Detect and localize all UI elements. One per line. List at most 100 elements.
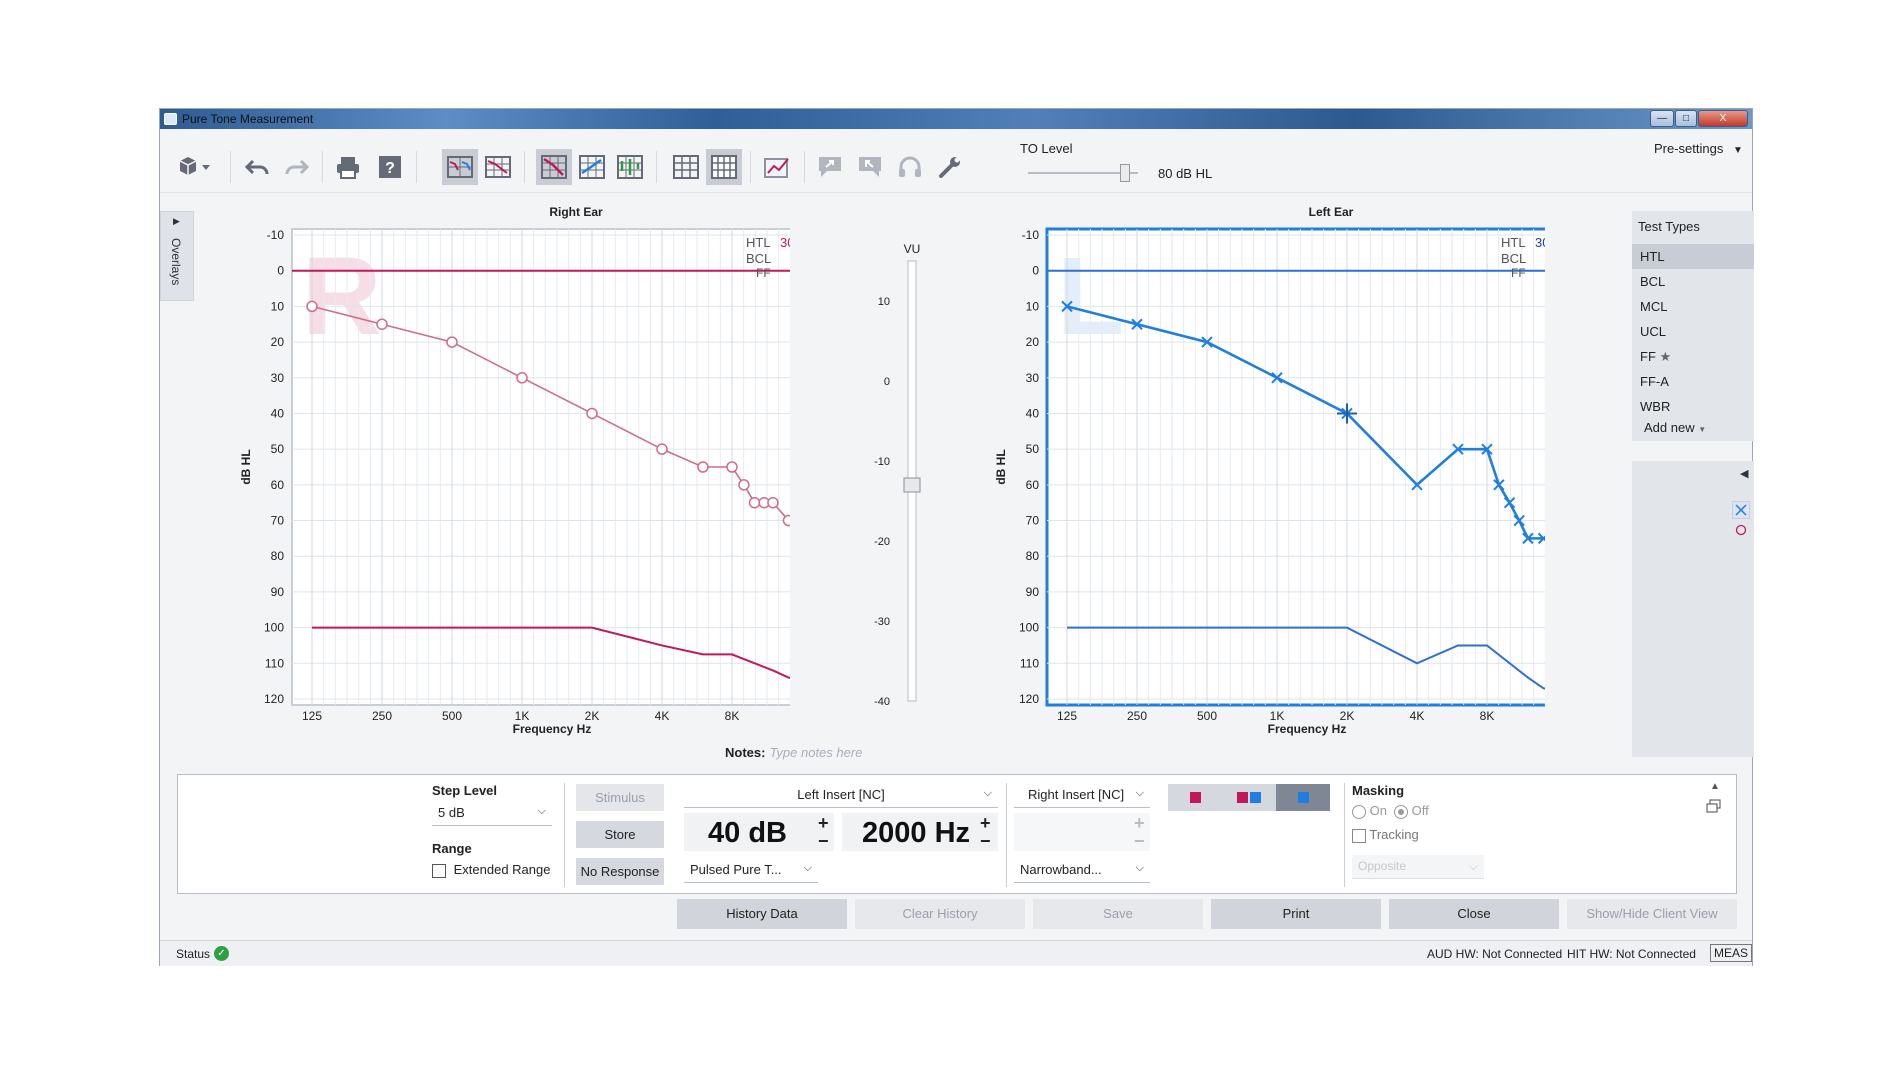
mode-indicator[interactable]: MEAS [1710, 944, 1753, 962]
save-button[interactable]: Save [1033, 899, 1203, 929]
graph-mode-3-button[interactable] [612, 149, 648, 185]
undo-button[interactable] [240, 149, 276, 185]
talk-back-button[interactable] [852, 149, 888, 185]
ear-watermark: R [302, 235, 381, 358]
wrench-icon [939, 157, 960, 178]
masking-off-radio[interactable]: Off [1394, 803, 1429, 819]
speech-forward-icon [819, 157, 841, 177]
level-increase-button[interactable]: + [818, 814, 829, 832]
right-ear-circle-symbol-icon[interactable] [1735, 524, 1747, 536]
symbol-panel: ◀ [1632, 461, 1754, 757]
right-transducer-dropdown[interactable]: Right Insert [NC] ⌵ [1014, 784, 1150, 808]
collapse-panel-icon[interactable]: ▲ [1710, 781, 1720, 792]
y-tick-label: -10 [267, 228, 285, 242]
maximize-button[interactable]: □ [1675, 110, 1697, 127]
store-button[interactable]: Store [576, 821, 664, 848]
notes-field[interactable]: Notes: Type notes here [725, 745, 862, 760]
right-transducer-value: Right Insert [NC] [1028, 787, 1125, 802]
help-button[interactable]: ? [372, 149, 408, 185]
test-type-mcl[interactable]: MCL [1632, 294, 1754, 319]
test-type-htl[interactable]: HTL [1632, 244, 1754, 269]
masking-signal-dropdown[interactable]: Narrowband... ⌵ [1014, 859, 1150, 883]
data-point-circle [767, 496, 779, 509]
y-tick-label: 80 [271, 549, 285, 563]
view-cube-dropdown[interactable] [172, 149, 216, 185]
step-level-value: 5 dB [438, 805, 465, 820]
test-types-panel: Test Types HTL BCL MCL UCL FF ★ FF-A WBR Add n… [1632, 211, 1754, 441]
test-type-bcl[interactable]: BCL [1632, 269, 1754, 294]
frequency-control[interactable]: 2000 Hz + − [842, 813, 998, 851]
signal-type-dropdown[interactable]: Pulsed Pure T... ⌵ [684, 859, 818, 883]
stimulus-button[interactable]: Stimulus [576, 784, 664, 811]
to-level-slider[interactable] [1028, 164, 1138, 182]
to-level-value: 80 dB HL [1158, 166, 1213, 181]
vu-meter[interactable]: VU 10 0 -10 -20 -30 -40 [860, 239, 950, 709]
svg-text:?: ? [385, 160, 395, 177]
presettings-dropdown[interactable]: Pre-settings ▼ [1654, 141, 1743, 156]
printer-icon [337, 157, 359, 179]
left-ear-audiogram[interactable]: L-100102030405060708090100110120125 250 50… [995, 217, 1545, 737]
monitor-headphones-button[interactable] [892, 149, 928, 185]
collapse-arrow-icon[interactable]: ◀ [1740, 467, 1748, 480]
graph-mode-1-button[interactable] [536, 149, 572, 185]
right-ear-audiogram[interactable]: R -10 0 10 20 30 40 50 60 70 80 90 100 110 120 125 250 50… [240, 217, 790, 737]
settings-wrench-button[interactable] [932, 149, 968, 185]
add-new-test-type[interactable]: Add new ▼ [1632, 415, 1754, 440]
test-type-ff-a[interactable]: FF-A [1632, 369, 1754, 394]
frequency-increase-button[interactable]: + [980, 814, 991, 832]
tracking-label: Tracking [1369, 827, 1419, 842]
status-label: Status [176, 947, 211, 961]
y-tick-label: 60 [271, 478, 285, 492]
both-ears-select-button[interactable] [1222, 784, 1276, 811]
left-ear-x-symbol-icon[interactable] [1732, 501, 1750, 519]
view-combined-button[interactable] [442, 149, 478, 185]
graph-mode-2-button[interactable] [574, 149, 610, 185]
x-tick-label: 4K [655, 709, 670, 723]
talk-forward-button[interactable] [812, 149, 848, 185]
close-button[interactable]: Close [1389, 899, 1559, 929]
masking-increase-button[interactable]: + [1134, 814, 1145, 832]
vu-tick-label: -40 [874, 696, 890, 708]
y-tick-label: 90 [1026, 585, 1040, 599]
y-tick-label: 60 [1026, 478, 1040, 492]
view-single-button[interactable] [480, 149, 516, 185]
graph-mode-icon [541, 155, 567, 179]
to-level-slider-thumb[interactable] [1119, 164, 1130, 182]
overlays-tab[interactable]: ▶ Overlays [160, 211, 194, 301]
chevron-down-icon: ⌵ [803, 862, 812, 874]
test-type-ff[interactable]: FF ★ [1632, 344, 1754, 369]
masking-on-radio[interactable]: On [1352, 803, 1387, 819]
detach-panel-icon[interactable] [1706, 799, 1722, 813]
clear-history-button[interactable]: Clear History [855, 899, 1025, 929]
extended-range-label: Extended Range [453, 862, 551, 877]
masking-decrease-button[interactable]: − [1134, 832, 1145, 850]
tracking-checkbox[interactable]: Tracking [1352, 827, 1419, 843]
opposite-value: Opposite [1358, 859, 1407, 873]
left-transducer-dropdown[interactable]: Left Insert [NC] ⌵ [684, 784, 998, 808]
step-level-dropdown[interactable]: 5 dB ⌵ [432, 802, 552, 826]
x-tick-label: 500 [1197, 709, 1217, 723]
no-response-button[interactable]: No Response [576, 858, 664, 885]
frequency-value: 2000 Hz [862, 817, 971, 849]
redo-button[interactable] [278, 149, 314, 185]
y-tick-label: 0 [1032, 264, 1039, 278]
grid-view-button[interactable] [706, 149, 742, 185]
left-ear-select-button[interactable] [1276, 784, 1330, 811]
extended-range-checkbox[interactable]: Extended Range [432, 862, 550, 878]
opposite-dropdown[interactable]: Opposite ⌵ [1352, 855, 1484, 879]
frequency-decrease-button[interactable]: − [980, 832, 991, 850]
history-data-button[interactable]: History Data [677, 899, 847, 929]
ear-selector[interactable] [1168, 784, 1330, 811]
print-button[interactable]: Print [1211, 899, 1381, 929]
trend-button[interactable] [760, 149, 796, 185]
client-view-button[interactable]: Show/Hide Client View [1567, 899, 1737, 929]
print-toolbar-button[interactable] [330, 149, 366, 185]
right-ear-select-button[interactable] [1168, 784, 1222, 811]
level-control[interactable]: 40 dB + − [684, 813, 834, 851]
close-window-button[interactable]: X [1698, 110, 1748, 127]
test-type-ucl[interactable]: UCL [1632, 319, 1754, 344]
x-tick-label: 500 [442, 709, 462, 723]
minimize-button[interactable]: — [1650, 110, 1674, 127]
table-view-button[interactable] [668, 149, 704, 185]
level-decrease-button[interactable]: − [818, 832, 829, 850]
